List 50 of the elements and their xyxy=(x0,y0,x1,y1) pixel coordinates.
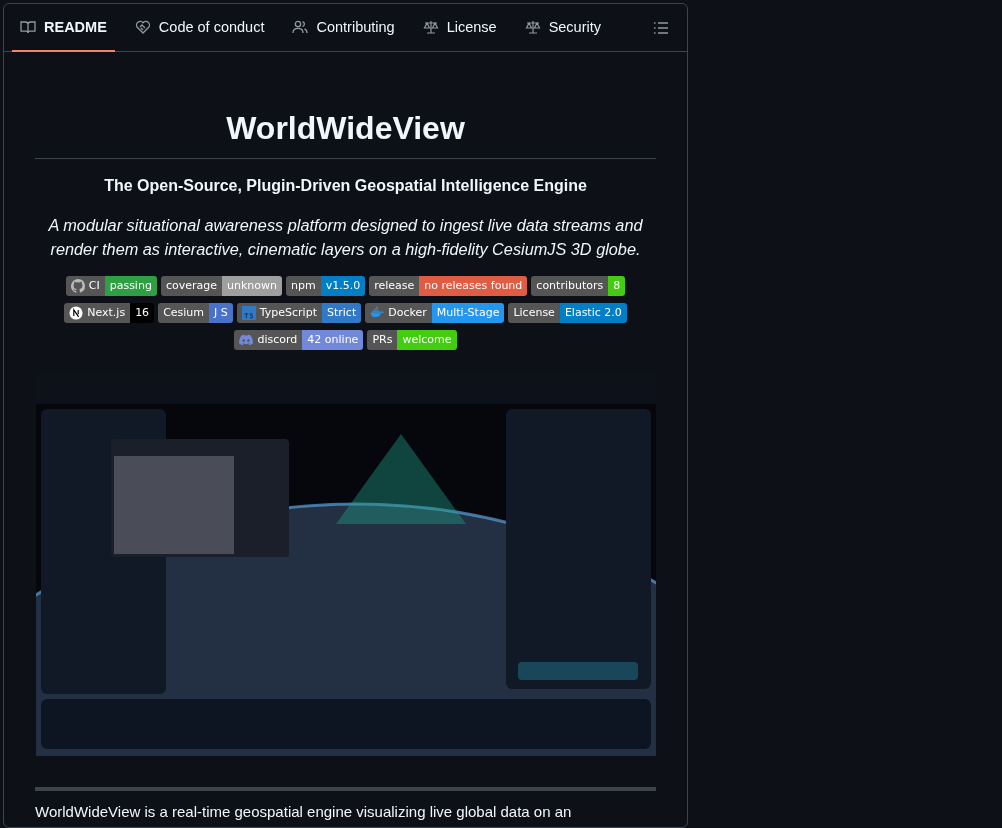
book-icon xyxy=(20,19,36,35)
badge-value: Elastic 2.0 xyxy=(559,302,627,323)
intro-paragraph: WorldWideView is a real-time geospatial engine visualizing live global data on an xyxy=(35,802,573,821)
tab[interactable]: README xyxy=(12,4,115,52)
list-icon[interactable] xyxy=(653,19,669,36)
badge-value: passing xyxy=(104,275,157,296)
scale-icon xyxy=(422,19,439,35)
tab[interactable]: Contributing xyxy=(284,4,403,52)
letter-n-logo-icon xyxy=(69,305,84,320)
badge-value: 42 online xyxy=(302,329,364,350)
badge-label: Next.js xyxy=(87,306,126,320)
badge[interactable]: release no releases found xyxy=(369,275,528,296)
badge-value: unknown xyxy=(221,275,282,296)
badge-value: v1.5.0 xyxy=(320,275,366,296)
people-icon xyxy=(292,19,309,35)
badge-value: no releases found xyxy=(419,275,528,296)
badge-label: PRs xyxy=(372,333,393,347)
scale-icon xyxy=(524,19,541,35)
tab[interactable]: Security xyxy=(516,4,609,52)
readme-tagline: A modular situational awareness platform designed to ingest live data streams and render them as interactive, cinematic layers on a high-fidelity CesiumJS 3D globe. xyxy=(47,215,644,261)
badge[interactable]: npm v1.5.0 xyxy=(285,275,366,296)
github-logo-icon xyxy=(70,278,85,293)
readme-subtitle: The Open-Source, Plugin-Driven Geospatial Intelligence Engine xyxy=(103,177,588,195)
badge-label: TypeScript xyxy=(259,306,317,320)
badge-label: discord xyxy=(257,333,298,347)
whale-logo-icon xyxy=(370,305,385,320)
badge-label: coverage xyxy=(165,279,217,293)
badge-value: 16 xyxy=(130,302,155,323)
badge[interactable]: License Elastic 2.0 xyxy=(508,302,627,323)
heart-icon xyxy=(134,19,151,35)
badge-value: J S xyxy=(209,302,233,323)
tab[interactable]: Code of conduct xyxy=(126,4,273,52)
badge-value: Multi-Stage xyxy=(431,302,505,323)
badge[interactable]: Docker Multi-Stage xyxy=(365,302,505,323)
badge-value: 8 xyxy=(608,275,626,296)
badge[interactable]: PRs welcome xyxy=(367,329,457,350)
badge-label: contributors xyxy=(536,279,604,293)
tab[interactable]: License xyxy=(414,4,505,52)
badge-label: release xyxy=(374,279,415,293)
badge-label: npm xyxy=(290,279,316,293)
badge[interactable]: CI passing xyxy=(65,275,157,296)
badge-label: Docker xyxy=(388,306,427,320)
badge-value: welcome xyxy=(397,329,457,350)
game-controller-logo-icon xyxy=(239,332,254,347)
ts-logo-icon xyxy=(241,305,256,320)
badge-label: CI xyxy=(88,279,100,293)
badge-value: Strict xyxy=(321,302,362,323)
badge-label: Cesium xyxy=(163,306,205,320)
readme-title: WorldWideView xyxy=(35,108,656,159)
badge-label: License xyxy=(513,306,555,320)
